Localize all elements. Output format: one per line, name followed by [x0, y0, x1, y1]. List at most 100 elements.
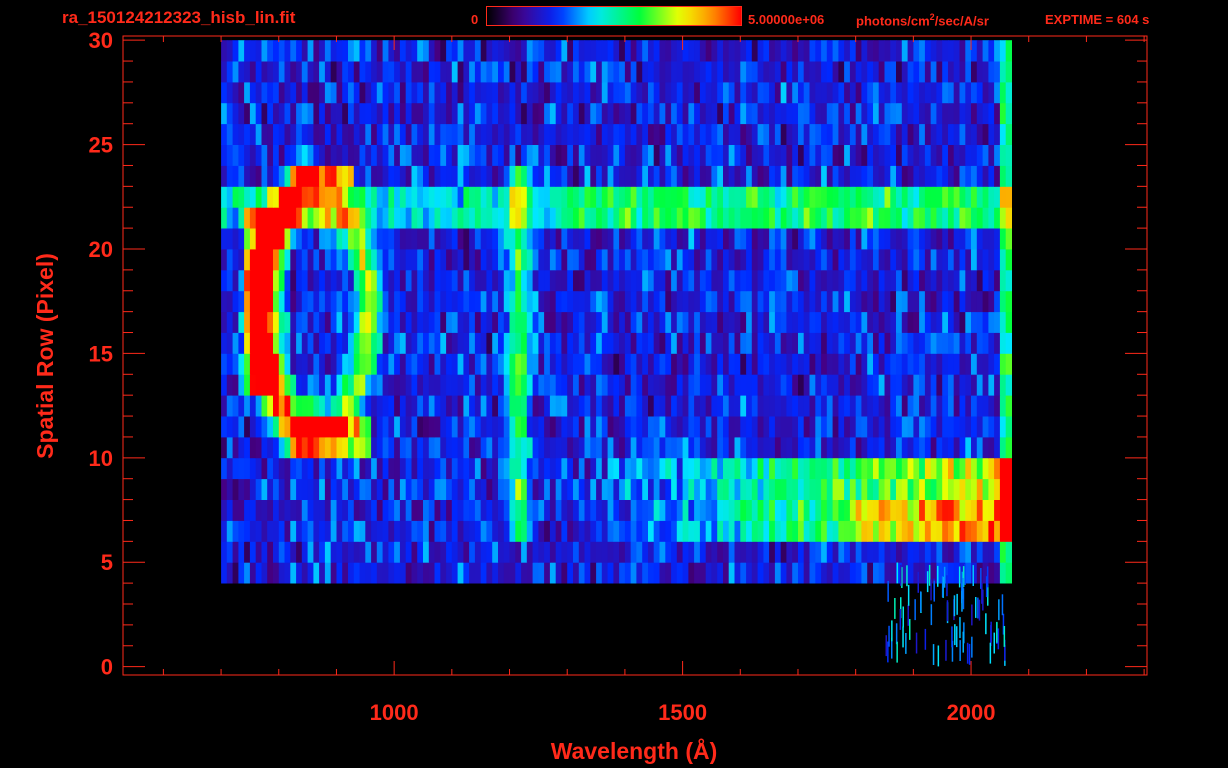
heatmap-cell — [301, 144, 309, 166]
heatmap-cell — [966, 642, 969, 664]
heatmap-cell — [278, 61, 286, 83]
heatmap-cell — [486, 520, 493, 542]
heatmap-cell — [815, 186, 822, 208]
heatmap-cell — [630, 165, 637, 187]
heatmap-cell — [924, 541, 932, 563]
heatmap-cell — [544, 478, 551, 500]
heatmap-cell — [717, 186, 724, 208]
heatmap-cell — [411, 269, 418, 292]
heatmap-cell — [723, 144, 730, 166]
heatmap-cell — [976, 81, 984, 104]
heatmap-cell — [411, 165, 418, 187]
heatmap-cell — [544, 541, 551, 563]
heatmap-cell — [549, 478, 557, 500]
heatmap-cell — [273, 207, 280, 229]
heatmap-cell — [238, 228, 245, 250]
heatmap-cell — [486, 40, 493, 62]
heatmap-cell — [798, 81, 805, 104]
heatmap-cell — [480, 311, 487, 333]
heatmap-cell — [1005, 186, 1012, 208]
heatmap-cell — [382, 228, 389, 250]
heatmap-cell — [786, 436, 793, 459]
heatmap-cell — [399, 374, 407, 396]
heatmap-cell — [619, 499, 626, 521]
heatmap-cell — [365, 416, 372, 438]
heatmap-cell — [544, 61, 551, 83]
heatmap-cell — [492, 228, 499, 250]
heatmap-cell — [273, 520, 280, 542]
heatmap-cell — [578, 102, 586, 125]
heatmap-cell — [659, 144, 666, 166]
heatmap-cell — [653, 81, 660, 104]
heatmap-cell — [699, 457, 707, 480]
heatmap-cell — [769, 249, 776, 271]
heatmap-cell — [930, 332, 937, 354]
heatmap-cell — [244, 311, 251, 333]
heatmap-cell — [792, 186, 799, 208]
heatmap-cell — [590, 165, 597, 187]
heatmap-cell — [249, 332, 257, 354]
heatmap-cell — [613, 290, 620, 313]
heatmap-cell — [665, 436, 672, 459]
heatmap-cell — [888, 625, 890, 647]
heatmap-cell — [740, 499, 747, 521]
heatmap-cell — [232, 228, 239, 250]
heatmap-cell — [803, 541, 810, 563]
heatmap-cell — [630, 416, 637, 438]
heatmap-cell — [901, 102, 909, 125]
heatmap-cell — [469, 562, 476, 584]
heatmap-cell — [953, 228, 960, 250]
heatmap-cell — [873, 249, 880, 271]
heatmap-cell — [936, 144, 943, 166]
heatmap-cell — [342, 290, 349, 313]
heatmap-cell — [751, 374, 759, 396]
heatmap-cell — [867, 81, 874, 104]
heatmap-cell — [988, 249, 995, 271]
heatmap-cell — [705, 165, 712, 187]
heatmap-cell — [486, 332, 493, 354]
heatmap-cell — [948, 541, 955, 563]
heatmap-cell — [486, 165, 493, 187]
heatmap-cell — [365, 61, 372, 83]
heatmap-cell — [636, 457, 643, 480]
heatmap-cell — [948, 102, 955, 125]
heatmap-cell — [561, 61, 568, 83]
heatmap-cell — [757, 249, 764, 271]
heatmap-cell — [659, 395, 666, 417]
heatmap-cell — [676, 520, 684, 542]
heatmap-cell — [867, 269, 874, 292]
heatmap-cell — [284, 374, 291, 396]
heatmap-cell — [342, 562, 349, 584]
heatmap-cell — [296, 520, 303, 542]
heatmap-cell — [751, 290, 759, 313]
heatmap-cell — [653, 249, 660, 271]
heatmap-cell — [948, 478, 955, 500]
heatmap-cell — [682, 102, 689, 125]
heatmap-cell — [919, 353, 926, 375]
heatmap-cell — [255, 499, 262, 521]
heatmap-cell — [740, 562, 747, 584]
heatmap-cell — [313, 374, 320, 396]
heatmap-cell — [457, 436, 464, 459]
heatmap-cell — [774, 249, 782, 271]
heatmap-cell — [463, 562, 470, 584]
heatmap-cell — [371, 541, 378, 563]
heatmap-cell — [780, 123, 787, 145]
heatmap-cell — [469, 374, 476, 396]
heatmap-cell — [665, 165, 672, 187]
heatmap-cell — [590, 269, 597, 292]
heatmap-cell — [573, 123, 580, 145]
heatmap-cell — [480, 353, 487, 375]
heatmap-cell — [994, 207, 1001, 229]
heatmap-cell — [959, 61, 966, 83]
heatmap-cell — [301, 81, 309, 104]
heatmap-cell — [342, 436, 349, 459]
heatmap-cell — [821, 499, 828, 521]
heatmap-cell — [446, 207, 453, 229]
heatmap-cell — [919, 499, 926, 521]
heatmap-cell — [498, 416, 505, 438]
heatmap-cell — [838, 123, 845, 145]
heatmap-cell — [682, 436, 689, 459]
heatmap-cell — [728, 40, 735, 62]
heatmap-cell — [578, 332, 586, 354]
